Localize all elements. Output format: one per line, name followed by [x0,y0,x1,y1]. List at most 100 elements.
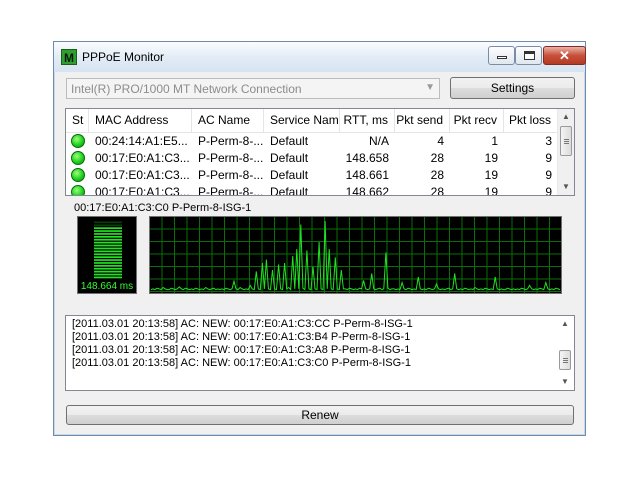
cell-service-name: Default [270,151,309,165]
table-row[interactable]: 00:17:E0:A1:C3... P-Perm-8-... Default 1… [66,167,558,184]
table-row[interactable]: 00:17:E0:A1:C3... P-Perm-8-... Default 1… [66,150,558,167]
scroll-thumb[interactable] [559,350,571,370]
cell-pkt-loss: 3 [545,134,552,148]
scroll-up-icon[interactable]: ▲ [557,316,573,332]
log-line: [2011.03.01 20:13:58] AC: NEW: 00:17:E0:… [72,331,411,343]
status-ok-icon [71,151,85,165]
minimize-button[interactable] [488,46,515,65]
meter-segment [94,273,122,276]
cell-mac: 00:17:E0:A1:C3... [95,151,190,165]
cell-service-name: Default [270,185,309,196]
column-header-pkt-recv[interactable]: Pkt recv [450,109,504,132]
cell-pkt-send: 28 [430,185,444,196]
cell-ac-name: P-Perm-8-... [198,185,264,196]
grip-line [564,141,569,142]
app-icon: M [61,49,77,65]
close-button[interactable]: ✕ [543,46,586,65]
meter-segment [94,236,122,238]
rtt-graph-plot [150,217,561,293]
log-line: [2011.03.01 20:13:58] AC: NEW: 00:17:E0:… [72,344,411,356]
rtt-meter: 148.664 ms [77,216,137,294]
column-header-mac[interactable]: MAC Address [89,109,192,132]
cell-pkt-loss: 9 [545,168,552,182]
column-header-status[interactable]: St [66,109,89,132]
cell-service-name: Default [270,168,309,182]
table-row[interactable]: 00:24:14:A1:E5... P-Perm-8-... Default N… [66,133,558,150]
meter-segment [94,238,122,241]
cell-pkt-recv: 19 [484,168,498,182]
event-log[interactable]: [2011.03.01 20:13:58] AC: NEW: 00:17:E0:… [65,315,575,391]
meter-segment [94,265,122,267]
cell-mac: 00:17:E0:A1:C3... [95,168,190,182]
ac-list[interactable]: St MAC Address AC Name Service Name RTT,… [65,108,575,196]
adapter-select-value: Intel(R) PRO/1000 MT Network Connection [71,82,302,96]
cell-rtt: N/A [368,134,389,148]
meter-segment [94,241,122,244]
cell-ac-name: P-Perm-8-... [198,151,264,165]
status-ok-icon [71,134,85,148]
close-icon: ✕ [559,48,570,63]
meter-segment [94,259,122,261]
scroll-down-icon[interactable]: ▼ [557,374,573,390]
grip-line [563,362,568,363]
cell-pkt-loss: 9 [545,185,552,196]
window-title: PPPoE Monitor [82,50,165,64]
chevron-down-icon: ▼ [425,82,435,93]
meter-segment [94,253,122,256]
meter-segment [94,256,122,258]
cell-pkt-recv: 19 [484,151,498,165]
settings-button[interactable]: Settings [450,77,575,99]
cell-rtt: 148.661 [345,168,389,182]
column-header-pkt-loss[interactable]: Pkt loss [504,109,558,132]
meter-segment [94,267,122,270]
log-scrollbar[interactable]: ▲ ▼ [557,316,574,390]
graph-selected-label: 00:17:E0:A1:C3:C0 P-Perm-8-ISG-1 [74,202,252,214]
grip-line [563,358,568,359]
cell-mac: 00:17:E0:A1:C3... [95,185,190,196]
cell-rtt: 148.662 [345,185,389,196]
grip-line [564,143,569,144]
log-line: [2011.03.01 20:13:58] AC: NEW: 00:17:E0:… [72,318,413,330]
meter-segment [94,247,122,250]
log-line: [2011.03.01 20:13:58] AC: NEW: 00:17:E0:… [72,357,411,369]
scroll-up-icon[interactable]: ▲ [558,109,574,125]
grip-line [563,360,568,361]
cell-ac-name: P-Perm-8-... [198,168,264,182]
meter-segment [94,244,122,247]
cell-mac: 00:24:14:A1:E5... [95,134,188,148]
rtt-graph [149,216,562,294]
ac-list-scrollbar[interactable]: ▲ ▼ [557,109,574,195]
column-header-rtt[interactable]: RTT, ms [340,109,395,132]
meter-segment [94,224,122,227]
meter-segment [94,262,122,264]
renew-button[interactable]: Renew [66,405,574,425]
rtt-meter-value: 148.664 ms [80,281,134,292]
cell-ac-name: P-Perm-8-... [198,134,264,148]
column-header-ac-name[interactable]: AC Name [192,109,264,132]
cell-pkt-loss: 9 [545,151,552,165]
scroll-thumb[interactable] [560,126,572,156]
grip-line [564,139,569,140]
minimize-icon [497,56,507,59]
cell-pkt-recv: 1 [491,134,498,148]
table-row[interactable]: 00:17:E0:A1:C3... P-Perm-8-... Default 1… [66,184,558,196]
column-header-service-name[interactable]: Service Name [264,109,340,132]
status-ok-icon [71,168,85,182]
scroll-down-icon[interactable]: ▼ [558,179,574,195]
status-ok-icon [71,185,85,195]
adapter-select[interactable]: Intel(R) PRO/1000 MT Network Connection … [66,78,440,99]
cell-pkt-recv: 19 [484,185,498,196]
cell-pkt-send: 4 [437,134,444,148]
column-header-pkt-send[interactable]: Pkt send [395,109,450,132]
maximize-icon [524,51,535,60]
meter-segment [94,233,122,235]
meter-segment [94,270,122,273]
title-bar[interactable]: M PPPoE Monitor ✕ [54,42,586,72]
meter-segment [94,227,122,229]
cell-pkt-send: 28 [430,151,444,165]
cell-pkt-send: 28 [430,168,444,182]
cell-rtt: 148.658 [345,151,389,165]
maximize-button[interactable] [515,46,542,65]
meter-segment [94,250,122,253]
meter-segment [94,276,122,279]
